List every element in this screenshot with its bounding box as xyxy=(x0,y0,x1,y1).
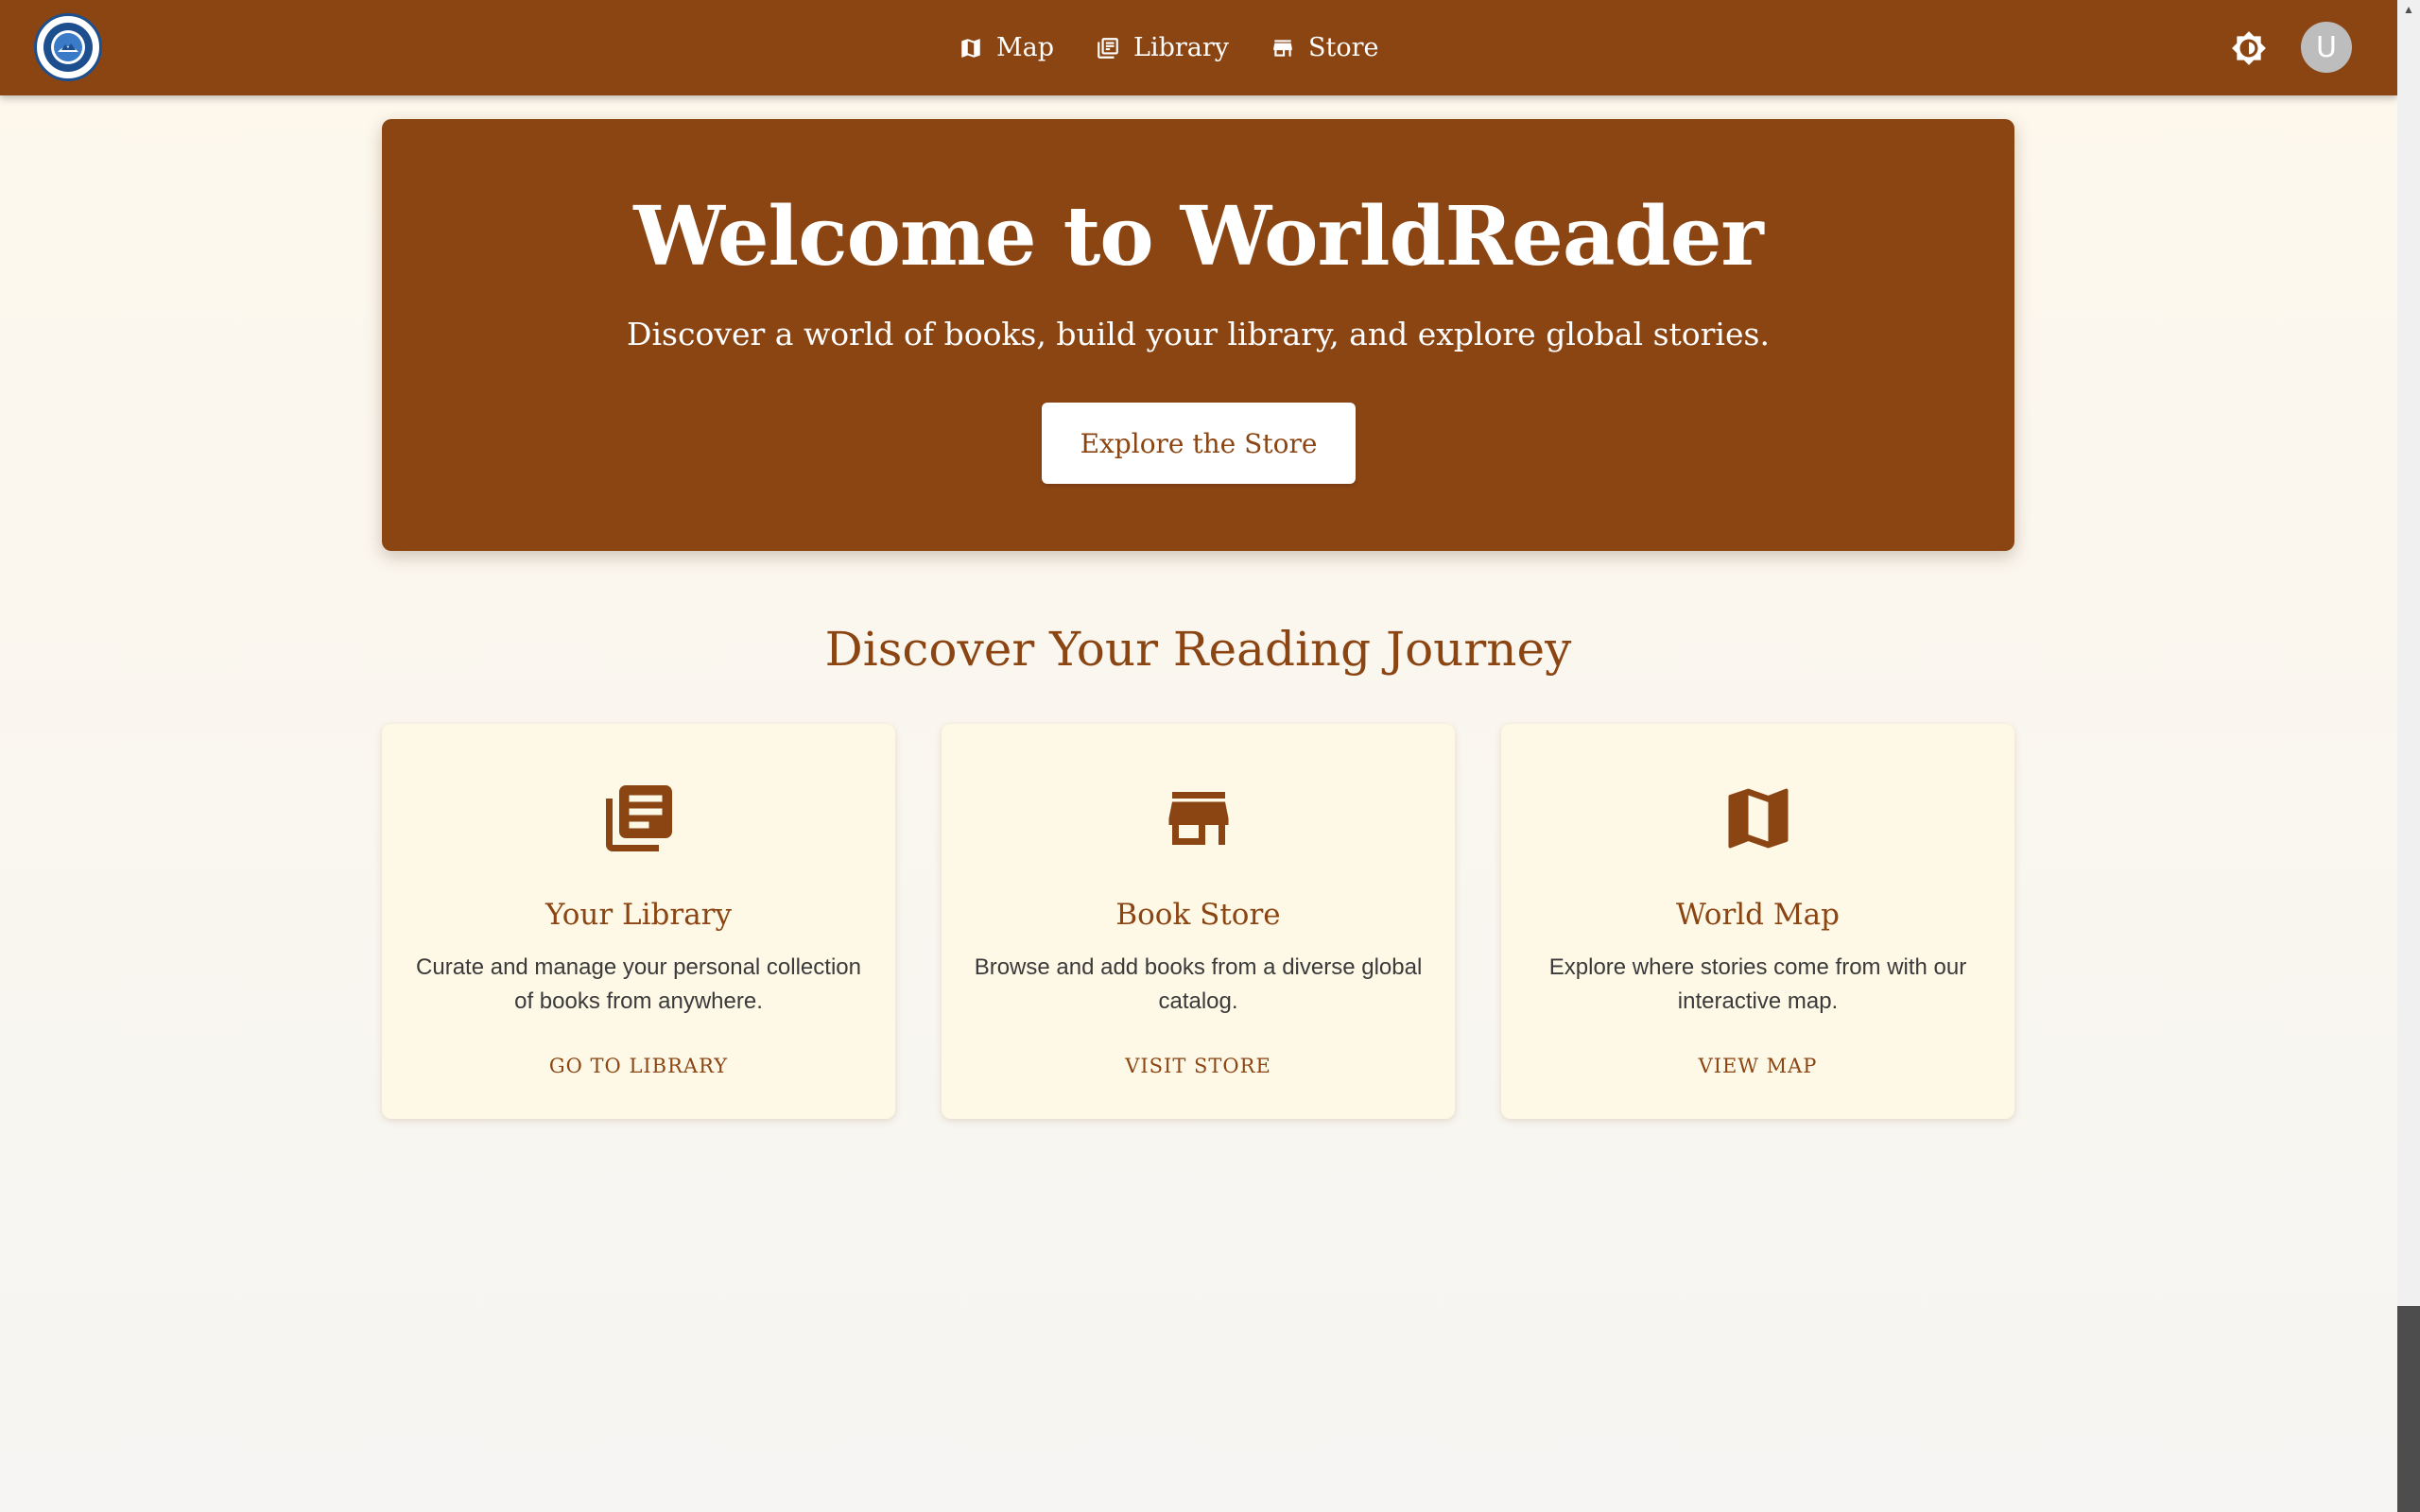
map-icon xyxy=(1501,779,2014,858)
scrollbar-thumb[interactable] xyxy=(2399,21,2418,1306)
globe-seal-icon[interactable] xyxy=(34,13,102,81)
scroll-up-arrow-icon[interactable]: ▲ xyxy=(2397,0,2420,19)
card-store: Book Store Browse and add books from a d… xyxy=(942,724,1455,1119)
avatar-initial: U xyxy=(2316,30,2337,64)
store-icon xyxy=(1270,36,1295,60)
store-icon xyxy=(942,779,1455,858)
nav-item-map[interactable]: Map xyxy=(959,33,1054,62)
hero-subtitle: Discover a world of books, build your li… xyxy=(627,316,1770,352)
card-map: World Map Explore where stories come fro… xyxy=(1501,724,2014,1119)
scrollbar[interactable]: ▲ xyxy=(2397,0,2420,1512)
nav-item-label: Store xyxy=(1308,33,1379,62)
hero-banner: Welcome to WorldReader Discover a world … xyxy=(382,119,2014,551)
card-title: World Map xyxy=(1676,898,1840,932)
nav-item-store[interactable]: Store xyxy=(1270,33,1379,62)
main-nav: Map Library Store xyxy=(959,0,1379,95)
card-title: Book Store xyxy=(1115,898,1281,932)
go-to-library-link[interactable]: GO TO LIBRARY xyxy=(382,1055,895,1077)
visit-store-link[interactable]: VISIT STORE xyxy=(942,1055,1455,1077)
library-books-icon xyxy=(1096,36,1120,60)
card-description: Curate and manage your personal collecti… xyxy=(416,954,861,1014)
nav-item-label: Map xyxy=(996,33,1055,62)
view-map-link[interactable]: VIEW MAP xyxy=(1501,1055,2014,1077)
brightness-icon[interactable] xyxy=(2231,30,2267,66)
avatar[interactable]: U xyxy=(2301,22,2352,73)
nav-item-label: Library xyxy=(1133,33,1230,62)
scrollbar-track[interactable] xyxy=(2397,1306,2420,1512)
library-books-icon xyxy=(382,779,895,858)
top-app-bar: Map Library Store U xyxy=(0,0,2397,95)
nav-item-library[interactable]: Library xyxy=(1096,33,1229,62)
section-title: Discover Your Reading Journey xyxy=(824,622,1572,677)
card-description: Explore where stories come from with our… xyxy=(1548,954,1967,1014)
hero-title: Welcome to WorldReader xyxy=(633,189,1763,284)
map-icon xyxy=(959,36,983,60)
card-library: Your Library Curate and manage your pers… xyxy=(382,724,895,1119)
explore-store-button[interactable]: Explore the Store xyxy=(1042,403,1356,484)
card-description: Browse and add books from a diverse glob… xyxy=(974,954,1423,1014)
card-title: Your Library xyxy=(544,898,733,932)
